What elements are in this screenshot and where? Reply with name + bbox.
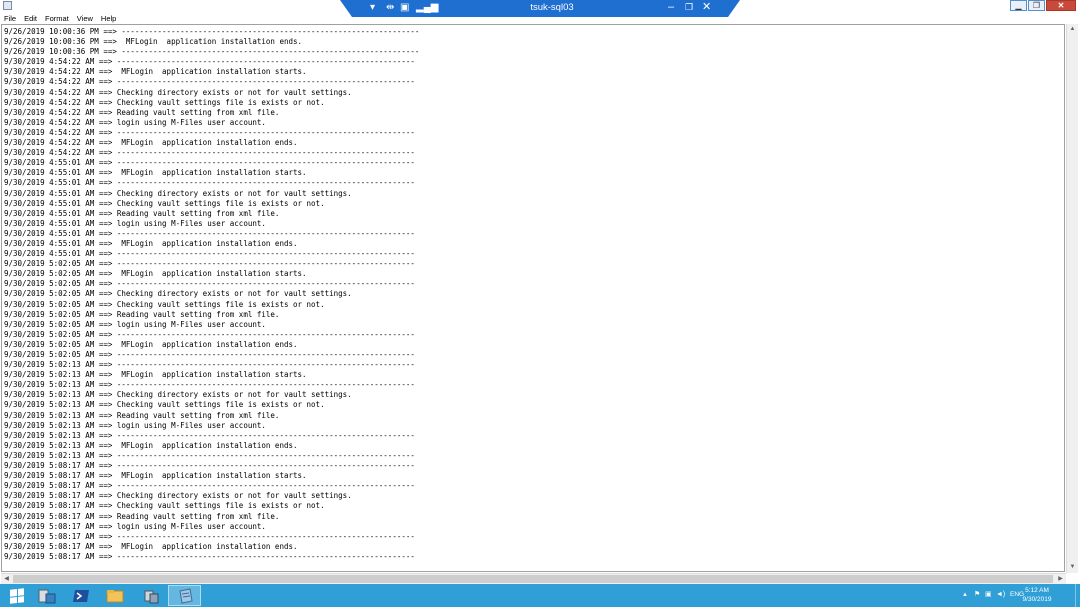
- log-line: 9/30/2019 5:02:05 AM ==> MFLogin applica…: [4, 269, 307, 279]
- log-line: 9/30/2019 5:02:13 AM ==> Reading vault s…: [4, 410, 280, 420]
- log-line: 9/30/2019 4:55:01 AM ==> login using M-F…: [4, 218, 266, 228]
- menu-file[interactable]: File: [0, 13, 20, 24]
- network-app-button[interactable]: [134, 585, 167, 606]
- log-line: 9/30/2019 5:08:17 AM ==> ---------------…: [4, 531, 415, 541]
- network-tray-icon[interactable]: ▣: [985, 590, 992, 600]
- show-hidden-icons-chevron-icon[interactable]: ▲: [962, 590, 968, 600]
- file-explorer-button[interactable]: [98, 585, 131, 606]
- log-line: 9/30/2019 4:55:01 AM ==> ---------------…: [4, 249, 415, 259]
- log-line: 9/30/2019 5:02:05 AM ==> ---------------…: [4, 329, 415, 339]
- log-line: 9/30/2019 5:08:17 AM ==> ---------------…: [4, 551, 415, 561]
- log-line: 9/30/2019 4:55:01 AM ==> ---------------…: [4, 228, 415, 238]
- menu-help[interactable]: Help: [97, 13, 120, 24]
- log-line: 9/30/2019 5:02:05 AM ==> ---------------…: [4, 279, 415, 289]
- log-line: 9/30/2019 4:55:01 AM ==> Checking direct…: [4, 188, 352, 198]
- menu-edit[interactable]: Edit: [20, 13, 41, 24]
- log-line: 9/30/2019 5:02:05 AM ==> ---------------…: [4, 350, 415, 359]
- log-line: 9/26/2019 10:00:36 PM ==> --------------…: [4, 27, 420, 36]
- server-manager-icon: [38, 589, 55, 603]
- log-line: 9/30/2019 4:54:22 AM ==> Checking direct…: [4, 87, 352, 97]
- log-line: 9/30/2019 4:54:22 AM ==> ---------------…: [4, 57, 415, 67]
- clock-date[interactable]: 9/30/2019: [1017, 596, 1057, 604]
- log-line: 9/30/2019 5:02:13 AM ==> login using M-F…: [4, 420, 266, 430]
- log-line: 9/30/2019 5:08:17 AM ==> Reading vault s…: [4, 511, 280, 521]
- scroll-down-arrow-icon[interactable]: ▼: [1067, 562, 1078, 573]
- log-line: 9/30/2019 5:02:05 AM ==> Checking vault …: [4, 299, 325, 309]
- system-tray: ▲ ⚑ ▣ ◄) ENG 5:12 AM 9/30/2019: [950, 584, 1080, 607]
- notepad-app-icon[interactable]: [3, 1, 12, 10]
- log-line: 9/30/2019 4:54:22 AM ==> ---------------…: [4, 127, 415, 137]
- clock-time[interactable]: 5:12 AM: [1017, 587, 1057, 595]
- log-line: 9/30/2019 5:08:17 AM ==> Checking direct…: [4, 491, 352, 501]
- log-line: 9/30/2019 4:55:01 AM ==> ---------------…: [4, 158, 415, 168]
- log-line: 9/30/2019 4:54:22 AM ==> Reading vault s…: [4, 107, 280, 117]
- notepad-icon: [178, 587, 193, 604]
- text-editor-area[interactable]: 9/26/2019 10:00:36 PM ==> --------------…: [1, 24, 1065, 572]
- log-line: 9/30/2019 4:54:22 AM ==> Checking vault …: [4, 97, 325, 107]
- horizontal-scroll-thumb[interactable]: [13, 575, 1053, 583]
- maximize-button[interactable]: ❐: [1028, 0, 1045, 11]
- scroll-up-arrow-icon[interactable]: ▲: [1067, 24, 1078, 35]
- log-line: 9/30/2019 4:55:01 AM ==> Reading vault s…: [4, 208, 280, 218]
- notepad-button[interactable]: [168, 585, 201, 606]
- log-line: 9/30/2019 5:02:13 AM ==> ---------------…: [4, 450, 415, 460]
- log-line: 9/30/2019 4:55:01 AM ==> MFLogin applica…: [4, 238, 298, 248]
- log-line: 9/30/2019 5:02:13 AM ==> MFLogin applica…: [4, 370, 307, 380]
- log-line: 9/30/2019 5:08:17 AM ==> ---------------…: [4, 481, 415, 491]
- log-line: 9/30/2019 4:55:01 AM ==> ---------------…: [4, 178, 415, 188]
- menu-bar: File Edit Format View Help: [0, 13, 1080, 24]
- minimize-button[interactable]: ▁: [1010, 0, 1027, 11]
- volume-icon[interactable]: ◄): [996, 590, 1005, 600]
- log-line: 9/30/2019 5:02:13 AM ==> ---------------…: [4, 360, 415, 370]
- log-line: 9/30/2019 5:02:13 AM ==> ---------------…: [4, 430, 415, 440]
- powershell-icon: [72, 589, 89, 602]
- folder-icon: [106, 589, 123, 602]
- menu-format[interactable]: Format: [41, 13, 73, 24]
- log-line: 9/30/2019 5:02:13 AM ==> Checking vault …: [4, 400, 325, 410]
- window-controls: ▁ ❐ ✕: [1009, 0, 1076, 12]
- log-line: 9/30/2019 5:02:05 AM ==> login using M-F…: [4, 319, 266, 329]
- log-line: 9/30/2019 5:02:13 AM ==> MFLogin applica…: [4, 440, 298, 450]
- log-line: 9/30/2019 4:54:22 AM ==> login using M-F…: [4, 117, 266, 127]
- vertical-scrollbar[interactable]: ▲ ▼: [1066, 24, 1078, 573]
- network-icon: [144, 590, 158, 603]
- action-center-flag-icon[interactable]: ⚑: [974, 590, 980, 600]
- log-line: 9/30/2019 5:08:17 AM ==> ---------------…: [4, 461, 415, 471]
- log-line: 9/26/2019 10:00:36 PM ==> --------------…: [4, 47, 420, 57]
- powershell-button[interactable]: [64, 585, 97, 606]
- log-line: 9/30/2019 4:54:22 AM ==> ---------------…: [4, 148, 415, 158]
- log-line: 9/30/2019 5:02:13 AM ==> Checking direct…: [4, 390, 352, 400]
- close-button[interactable]: ✕: [1046, 0, 1076, 11]
- taskbar: ▲ ⚑ ▣ ◄) ENG 5:12 AM 9/30/2019: [0, 584, 1080, 607]
- windows-logo-icon: [9, 587, 24, 604]
- log-line: 9/26/2019 10:00:36 PM ==> MFLogin applic…: [4, 37, 303, 47]
- log-line: 9/30/2019 4:55:01 AM ==> MFLogin applica…: [4, 168, 307, 178]
- server-manager-button[interactable]: [30, 585, 63, 606]
- log-line: 9/30/2019 5:08:17 AM ==> MFLogin applica…: [4, 541, 298, 551]
- log-line: 9/30/2019 4:54:22 AM ==> ---------------…: [4, 77, 415, 87]
- show-desktop-button[interactable]: [1075, 584, 1080, 607]
- log-line: 9/30/2019 5:02:05 AM ==> MFLogin applica…: [4, 339, 298, 349]
- log-line: 9/30/2019 5:02:05 AM ==> Reading vault s…: [4, 309, 280, 319]
- log-line: 9/30/2019 5:02:13 AM ==> ---------------…: [4, 380, 415, 390]
- log-line: 9/30/2019 5:08:17 AM ==> Checking vault …: [4, 501, 325, 511]
- log-line: 9/30/2019 4:54:22 AM ==> MFLogin applica…: [4, 67, 307, 77]
- log-line: 9/30/2019 4:55:01 AM ==> Checking vault …: [4, 198, 325, 208]
- horizontal-scrollbar[interactable]: ◀ ▶: [1, 573, 1066, 584]
- log-line: 9/30/2019 5:08:17 AM ==> MFLogin applica…: [4, 471, 307, 481]
- start-button[interactable]: [0, 585, 33, 606]
- log-line: 9/30/2019 5:08:17 AM ==> login using M-F…: [4, 521, 266, 531]
- menu-view[interactable]: View: [73, 13, 97, 24]
- log-line: 9/30/2019 5:02:05 AM ==> Checking direct…: [4, 289, 352, 299]
- log-line: 9/30/2019 5:02:05 AM ==> ---------------…: [4, 259, 415, 269]
- log-content: 9/26/2019 10:00:36 PM ==> --------------…: [4, 27, 419, 562]
- log-line: 9/30/2019 4:54:22 AM ==> MFLogin applica…: [4, 138, 298, 148]
